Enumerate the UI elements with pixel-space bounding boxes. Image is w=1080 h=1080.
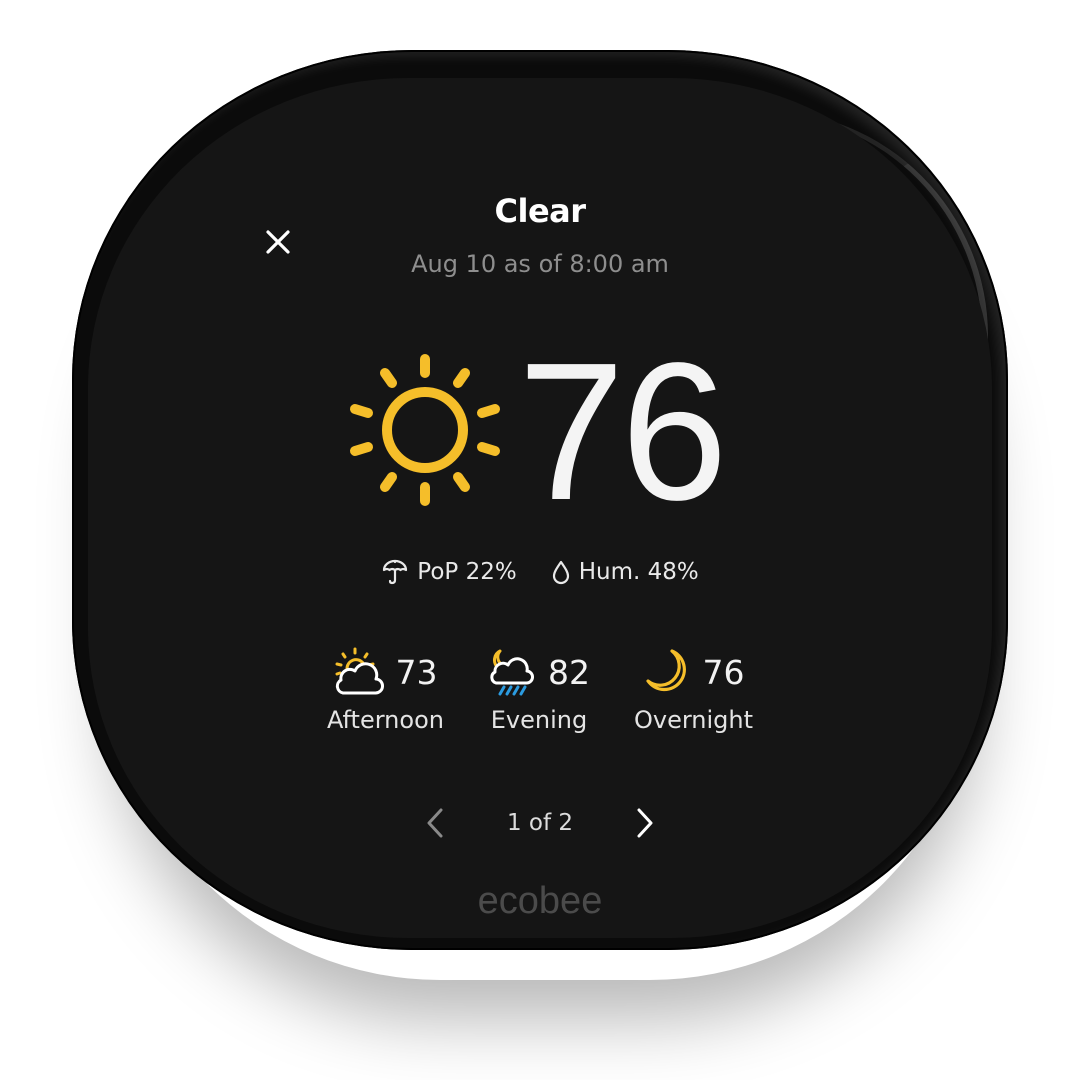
forecast-temp: 76 [702,652,745,692]
next-page-button[interactable] [630,803,660,843]
chevron-left-icon [427,808,443,838]
moon-icon [646,649,687,692]
close-button[interactable] [260,224,296,260]
weather-condition-title: Clear [494,192,586,230]
forecast-label: Evening [490,706,588,734]
close-icon [266,230,290,254]
forecast-label: Afternoon [326,706,444,734]
previous-page-button[interactable] [420,803,450,843]
forecast-label: Overnight [633,706,754,734]
current-condition [342,347,508,513]
pop-label: PoP 22% [417,559,517,585]
droplet-icon [552,560,569,585]
weather-timestamp: Aug 10 as of 8:00 am [411,250,669,278]
moon-cloud-rain-icon [490,649,534,696]
forecast-item-evening[interactable]: 82 Evening [488,644,590,734]
umbrella-icon [383,559,408,585]
forecast-temp: 73 [395,652,438,692]
pager: 1 of 2 [420,800,660,846]
humidity-stat: Hum. 48% [551,559,699,585]
humidity-label: Hum. 48% [578,559,699,585]
current-stats: PoP 22% Hum. 48% [340,558,740,586]
current-temperature: 76 [518,322,728,541]
forecast-item-afternoon[interactable]: 73 Afternoon [327,644,444,734]
forecast-list: 73 Afternoon 82 Evening 76 Overnight [300,644,780,734]
forecast-temp: 82 [547,652,590,692]
brand-logo: ecobee [477,880,603,922]
page-indicator: 1 of 2 [506,810,574,836]
pop-stat: PoP 22% [381,558,517,586]
chevron-right-icon [637,808,653,838]
forecast-item-overnight[interactable]: 76 Overnight [634,644,753,734]
sun-icon [350,354,500,506]
stage: Clear Aug 10 as of 8:00 am 76 PoP 22% Hu… [0,0,1080,1080]
partly-sunny-cloud-icon [335,647,385,695]
